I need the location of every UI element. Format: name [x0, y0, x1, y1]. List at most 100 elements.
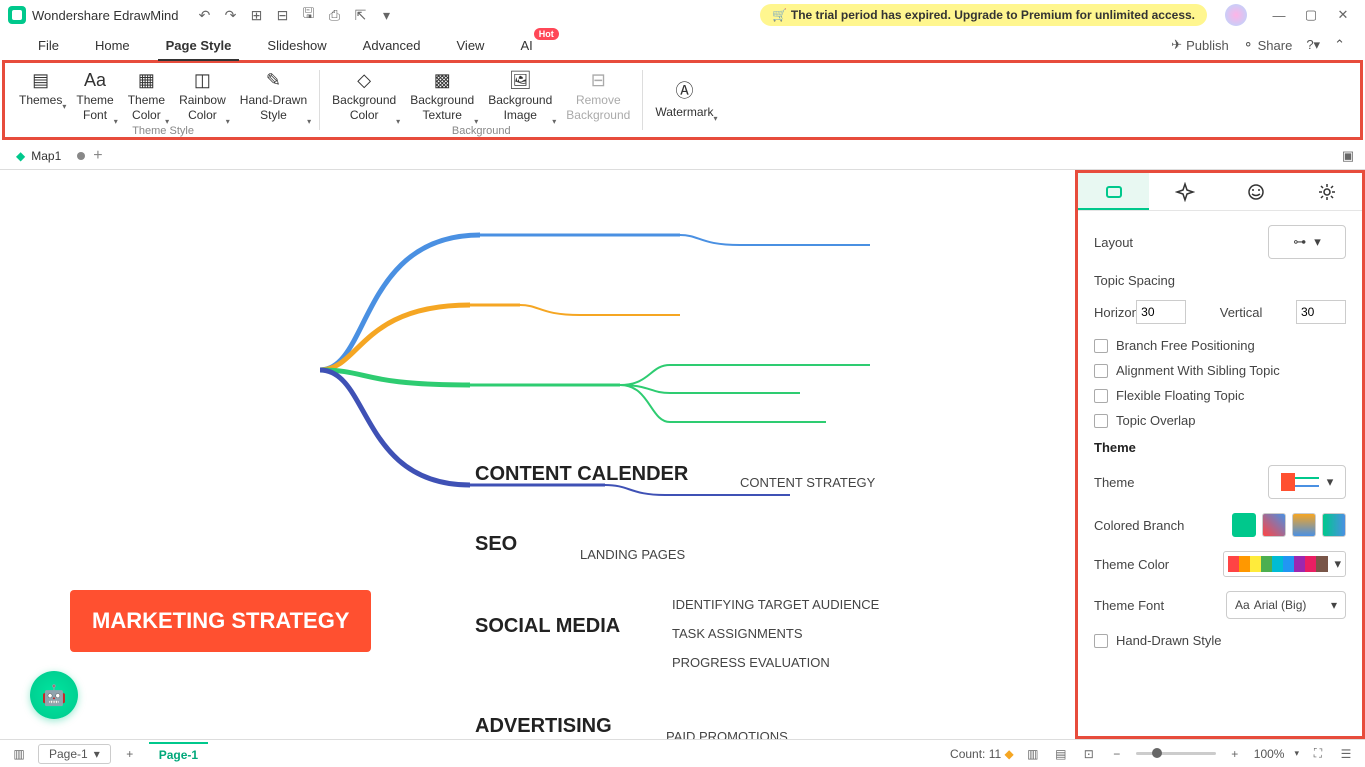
sparkle-icon [1175, 182, 1195, 202]
redo-button[interactable]: ↷ [220, 5, 240, 25]
theme-dropdown[interactable]: ▾ [1268, 465, 1346, 499]
theme-font-dropdown[interactable]: AaArial (Big)▾ [1226, 591, 1346, 619]
menu-ai[interactable]: AIHot [502, 32, 550, 59]
overlap-checkbox[interactable] [1094, 414, 1108, 428]
app-logo [8, 6, 26, 24]
minimize-button[interactable]: — [1265, 4, 1293, 26]
fullscreen-button[interactable]: ⛶ [1309, 745, 1327, 763]
branch-seo[interactable]: SEO [475, 533, 517, 556]
layout-dropdown[interactable]: ⊶▾ [1268, 225, 1346, 259]
zoom-level[interactable]: 100% [1254, 747, 1285, 761]
sp-tab-layout[interactable] [1078, 173, 1149, 210]
share-button[interactable]: ⚬ Share [1243, 37, 1293, 53]
more-qat-button[interactable]: ▾ [376, 5, 396, 25]
help-button[interactable]: ?▾ [1306, 37, 1320, 53]
zoom-out-button[interactable]: − [1108, 745, 1126, 763]
topic-spacing-label: Topic Spacing [1094, 273, 1346, 288]
sub-progress-eval[interactable]: PROGRESS EVALUATION [672, 655, 830, 670]
menu-home[interactable]: Home [77, 32, 148, 59]
outline-toggle-button[interactable]: ▥ [10, 745, 28, 763]
settings-button[interactable]: ☰ [1337, 745, 1355, 763]
theme-font-button[interactable]: AaTheme Font▾ [70, 67, 119, 125]
align-sibling-checkbox[interactable] [1094, 364, 1108, 378]
bg-image-button[interactable]: 🖼Background Image▾ [482, 67, 558, 125]
sub-landing-pages[interactable]: LANDING PAGES [580, 547, 685, 562]
theme-style-group-label: Theme Style [132, 125, 194, 137]
export-button[interactable]: ⇱ [350, 5, 370, 25]
new-button[interactable]: ⊞ [246, 5, 266, 25]
collapse-ribbon-button[interactable]: ⌃ [1334, 37, 1345, 53]
view-mode-2[interactable]: ▤ [1052, 745, 1070, 763]
branch-free-checkbox[interactable] [1094, 339, 1108, 353]
view-mode-1[interactable]: ▥ [1024, 745, 1042, 763]
watermark-icon: Ⓐ [675, 81, 693, 103]
menu-view[interactable]: View [439, 32, 503, 59]
branch-advertising[interactable]: ADVERTISING [475, 715, 612, 738]
user-avatar[interactable] [1225, 4, 1247, 26]
status-bar: ▥ Page-1 ▾ + Page-1 Count: 11 ◆ ▥ ▤ ⊡ − … [0, 739, 1365, 767]
fit-page-button[interactable]: ⊡ [1080, 745, 1098, 763]
cb-option-3[interactable] [1292, 513, 1316, 537]
ai-assistant-fab[interactable]: 🤖 [30, 671, 78, 719]
undo-button[interactable]: ↶ [194, 5, 214, 25]
publish-button[interactable]: ✈ Publish [1171, 37, 1229, 53]
save-button[interactable]: 🖫 [298, 5, 318, 25]
canvas[interactable]: MARKETING STRATEGY CONTENT CALENDER CONT… [0, 170, 1075, 739]
sp-tab-icons[interactable] [1220, 173, 1291, 210]
themes-button[interactable]: ▤Themes▾ [13, 67, 68, 110]
zoom-in-button[interactable]: + [1226, 745, 1244, 763]
hand-drawn-button[interactable]: ✎Hand-Drawn Style▾ [234, 67, 313, 125]
sp-tab-style[interactable] [1149, 173, 1220, 210]
topic-count: Count: 11 ◆ [950, 747, 1014, 761]
chevron-down-icon: ▾ [1327, 474, 1334, 490]
watermark-button[interactable]: ⒶWatermark▾ [649, 79, 719, 122]
menu-advanced[interactable]: Advanced [345, 32, 439, 59]
hand-drawn-label: Hand-Drawn Style [1116, 633, 1222, 648]
cb-option-1[interactable] [1232, 513, 1256, 537]
theme-color-button[interactable]: ▦Theme Color▾ [122, 67, 171, 125]
sub-target-audience[interactable]: IDENTIFYING TARGET AUDIENCE [672, 597, 879, 612]
bg-color-button[interactable]: ◇Background Color▾ [326, 67, 402, 125]
central-topic[interactable]: MARKETING STRATEGY [70, 590, 371, 652]
color-strip-icon [1228, 556, 1328, 572]
branch-social-media[interactable]: SOCIAL MEDIA [475, 615, 620, 638]
font-icon: Aa [84, 69, 106, 91]
pencil-icon: ✎ [266, 69, 281, 91]
open-button[interactable]: ⊟ [272, 5, 292, 25]
hand-drawn-checkbox[interactable] [1094, 634, 1108, 648]
trial-banner[interactable]: 🛒 The trial period has expired. Upgrade … [760, 4, 1207, 26]
vertical-input[interactable] [1296, 300, 1346, 324]
branch-content-calendar[interactable]: CONTENT CALENDER [475, 463, 688, 486]
bg-texture-button[interactable]: ▩Background Texture▾ [404, 67, 480, 125]
sub-task-assignments[interactable]: TASK ASSIGNMENTS [672, 626, 803, 641]
chevron-down-icon: ▾ [1331, 598, 1337, 612]
menu-slideshow[interactable]: Slideshow [249, 32, 344, 59]
themes-label: Themes [19, 93, 62, 108]
add-page-button[interactable]: + [121, 745, 139, 763]
remove-bg-label: Remove Background [566, 93, 630, 123]
cb-option-2[interactable] [1262, 513, 1286, 537]
rainbow-color-button[interactable]: ◫Rainbow Color▾ [173, 67, 232, 125]
layout-tab-icon [1104, 182, 1124, 202]
sp-tab-settings[interactable] [1291, 173, 1362, 210]
page-tab[interactable]: Page-1 [149, 742, 208, 766]
maximize-button[interactable]: ▢ [1297, 4, 1325, 26]
close-button[interactable]: ✕ [1329, 4, 1357, 26]
page-selector-dropdown[interactable]: Page-1 ▾ [38, 744, 111, 764]
cb-option-4[interactable] [1322, 513, 1346, 537]
document-tab[interactable]: ◆Map1 [8, 145, 69, 167]
sub-content-strategy[interactable]: CONTENT STRATEGY [740, 475, 875, 490]
zoom-slider[interactable] [1136, 752, 1216, 755]
flex-float-checkbox[interactable] [1094, 389, 1108, 403]
toggle-panel-button[interactable]: ▣ [1339, 147, 1357, 165]
overlap-label: Topic Overlap [1116, 413, 1195, 428]
sub-paid-promotions[interactable]: PAID PROMOTIONS [666, 729, 788, 739]
theme-color-dropdown[interactable]: ▾ [1223, 551, 1346, 577]
menu-page-style[interactable]: Page Style [148, 32, 250, 59]
texture-icon: ▩ [434, 69, 451, 91]
menu-file[interactable]: File [20, 32, 77, 59]
add-tab-button[interactable]: + [93, 147, 102, 165]
publish-label: Publish [1186, 38, 1229, 53]
horizontal-input[interactable] [1136, 300, 1186, 324]
print-button[interactable]: ⎙ [324, 5, 344, 25]
